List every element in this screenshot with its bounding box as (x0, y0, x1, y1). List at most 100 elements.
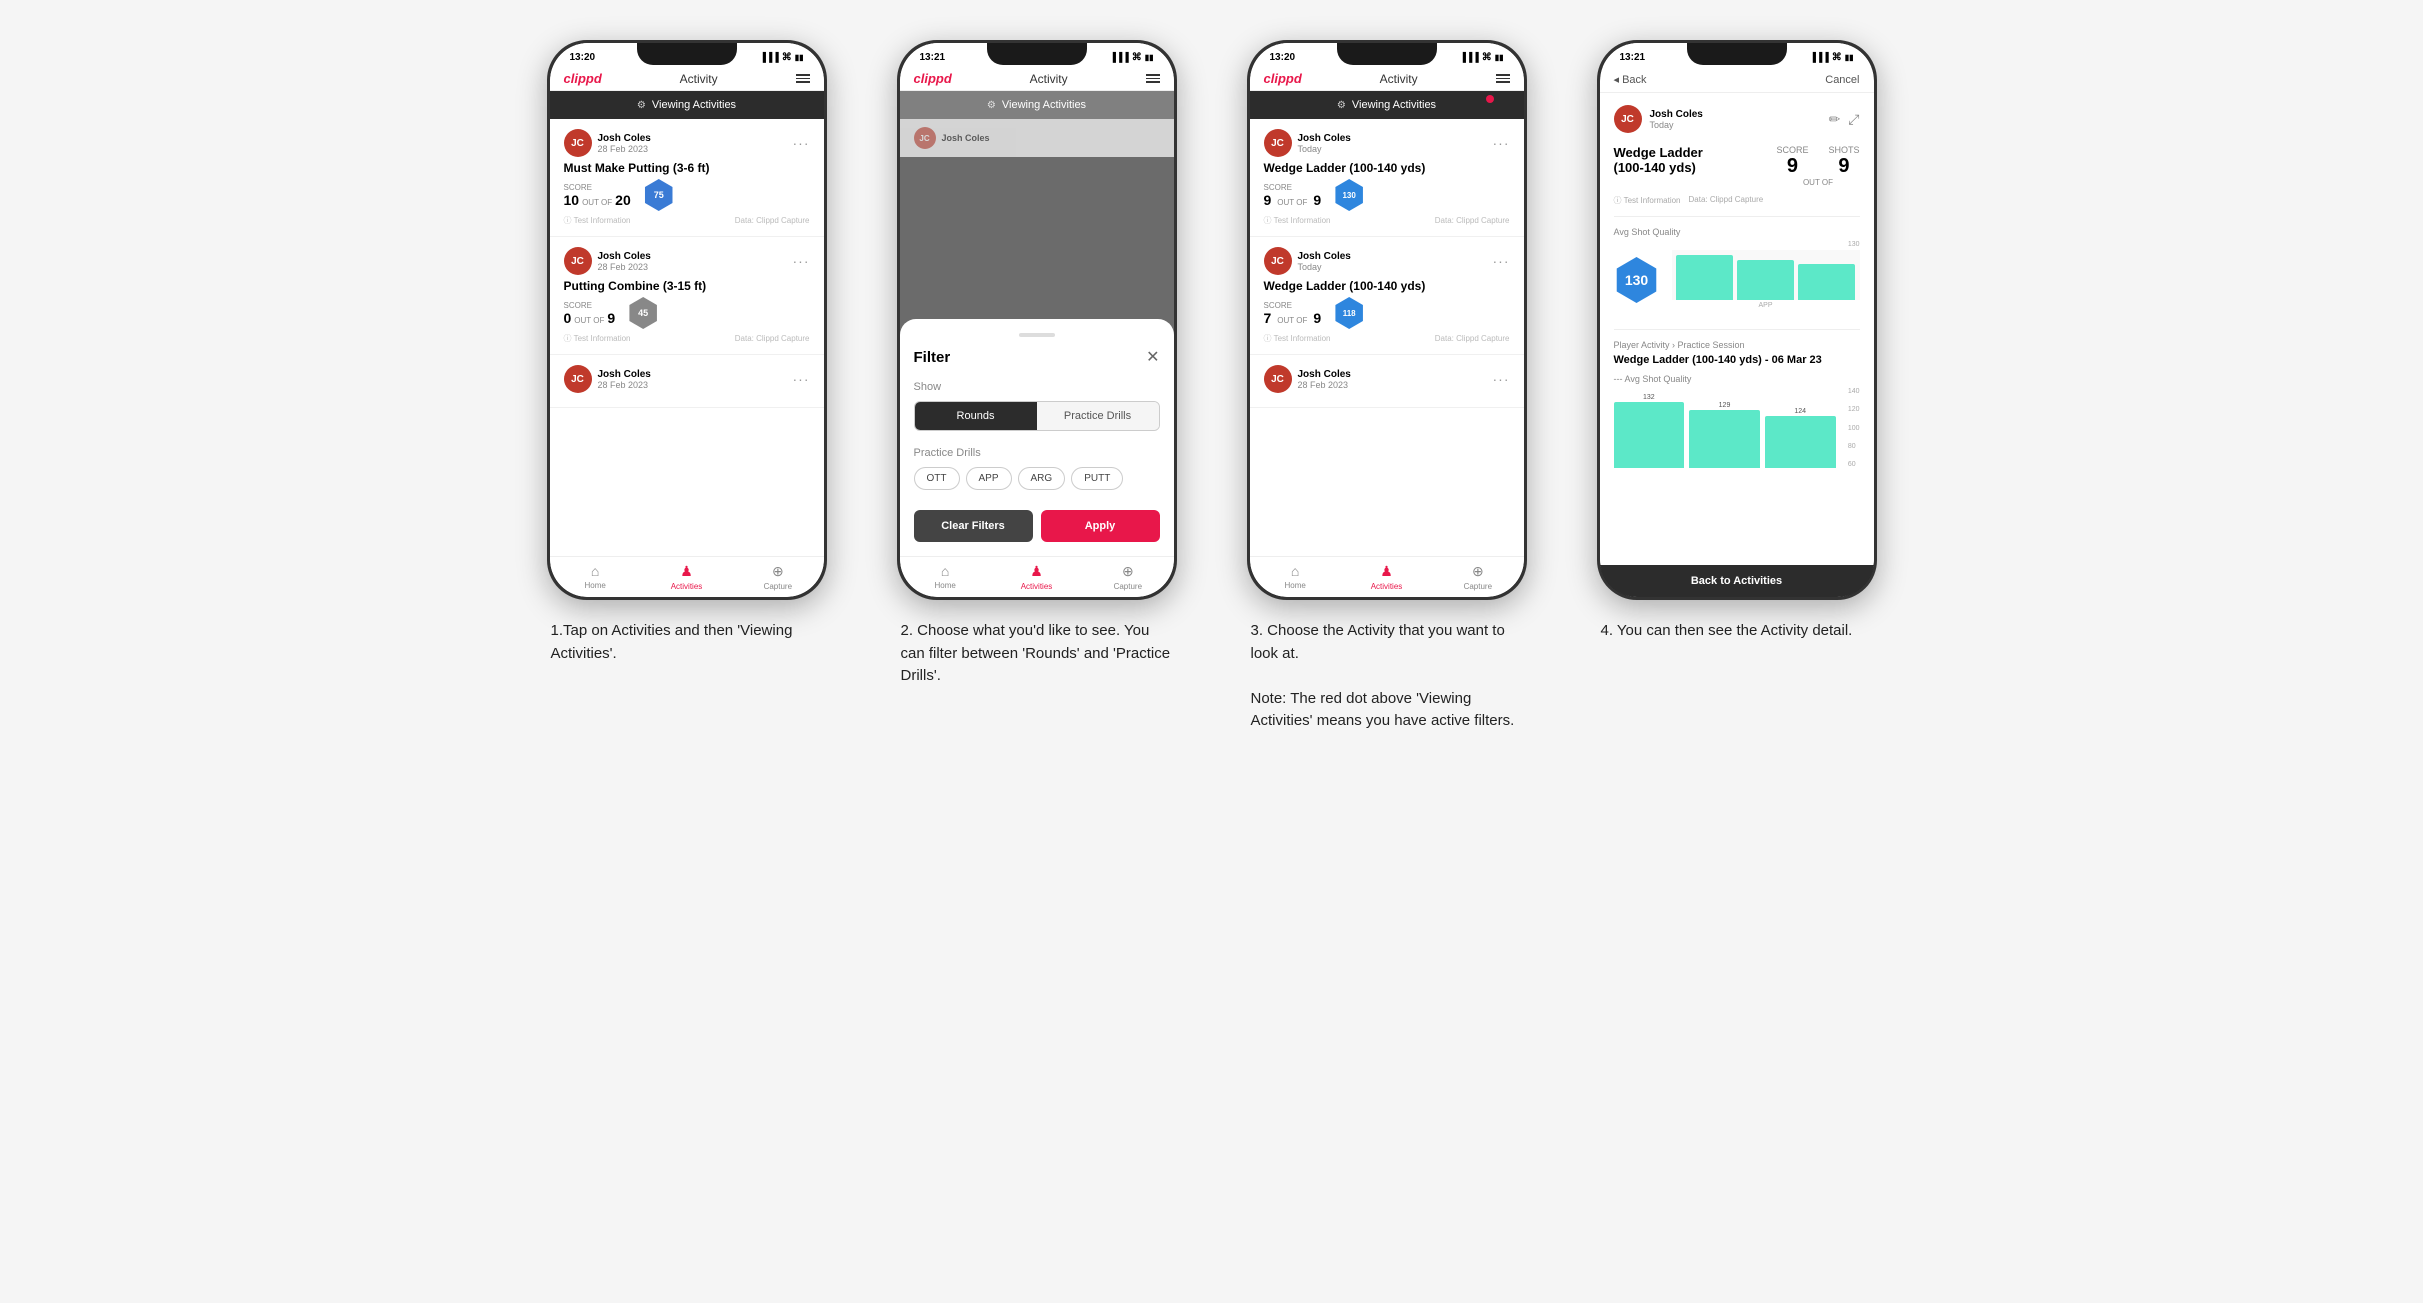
rounds-toggle[interactable]: Rounds (915, 402, 1037, 430)
red-dot-3 (1486, 95, 1494, 103)
user-name-1-1: Josh Coles (598, 133, 651, 144)
avatar-4: JC (1614, 105, 1642, 133)
viewing-banner-3[interactable]: ⚙ Viewing Activities (1250, 91, 1524, 119)
phone-1: 13:20 ▐▐▐ ⌘ ▮▮ clippd Activity (547, 40, 827, 600)
nav-activities-3[interactable]: ♟ Activities (1341, 557, 1432, 597)
bottom-nav-2: ⌂ Home ♟ Activities ⊕ Capture (900, 556, 1174, 597)
shots-label-detail-4: Shots (1828, 145, 1859, 155)
practice-drills-toggle[interactable]: Practice Drills (1037, 402, 1159, 430)
expand-icon-4[interactable]: ⤢ (1848, 111, 1859, 128)
edit-icon-4[interactable]: ✏ (1829, 111, 1841, 128)
more-dots-3-2[interactable]: ··· (1493, 253, 1510, 269)
capture-icon-2: ⊕ (1122, 563, 1134, 580)
footer-right-3-1: Data: Clippd Capture (1435, 216, 1510, 225)
filter-icon-2: ⚙ (987, 100, 996, 111)
battery-icon-1: ▮▮ (795, 53, 804, 62)
activities-label-3: Activities (1371, 582, 1403, 591)
shots-val-3-1: 9 (1313, 192, 1321, 208)
banner-text-3: Viewing Activities (1352, 99, 1436, 111)
card-title-3-2: Wedge Ladder (100-140 yds) (1264, 279, 1510, 293)
shots-val-1-2: 9 (607, 310, 615, 326)
chip-app[interactable]: APP (966, 467, 1012, 490)
filter-handle-2 (1019, 333, 1055, 337)
score-row-1-1: 10 OUT OF 20 (564, 192, 631, 208)
big-bar-col-3: 124 (1765, 408, 1836, 468)
phone-screen-4: 13:21 ▐▐▐ ⌘ ▮▮ ◂ Back Cancel (1600, 43, 1874, 597)
activity-card-1-2[interactable]: JC Josh Coles 28 Feb 2023 ··· Putting Co… (550, 237, 824, 355)
clear-filters-btn[interactable]: Clear Filters (914, 510, 1033, 542)
close-filter-btn[interactable]: ✕ (1146, 347, 1159, 367)
viewing-banner-1[interactable]: ⚙ Viewing Activities (550, 91, 824, 119)
card-title-3-1: Wedge Ladder (100-140 yds) (1264, 161, 1510, 175)
nav-home-1[interactable]: ⌂ Home (550, 557, 641, 597)
cancel-btn-4[interactable]: Cancel (1825, 74, 1859, 86)
chip-putt[interactable]: PUTT (1071, 467, 1123, 490)
menu-icon-1[interactable] (796, 74, 810, 83)
card-footer-3-2: ⓘ Test Information Data: Clippd Capture (1264, 333, 1510, 344)
user-info-3-3: JC Josh Coles 28 Feb 2023 (1264, 365, 1351, 393)
quality-hex-4: 130 (1614, 257, 1660, 303)
menu-icon-2[interactable] (1146, 74, 1160, 83)
nav-capture-1[interactable]: ⊕ Capture (732, 557, 823, 597)
bar-3-4 (1798, 264, 1855, 300)
footer-left-1-1: ⓘ Test Information (564, 215, 631, 226)
back-btn-4[interactable]: ◂ Back (1614, 73, 1647, 86)
user-details-1-3: Josh Coles 28 Feb 2023 (598, 369, 651, 390)
more-dots-1-2[interactable]: ··· (793, 253, 810, 269)
home-icon-2: ⌂ (941, 563, 949, 579)
footer-right-3-2: Data: Clippd Capture (1435, 334, 1510, 343)
activity-card-3-2[interactable]: JC Josh Coles Today ··· Wedge Ladder (10… (1250, 237, 1524, 355)
bg-card-2: JC Josh Coles (900, 119, 1174, 157)
user-info-1-3: JC Josh Coles 28 Feb 2023 (564, 365, 651, 393)
step-2-column: 13:21 ▐▐▐ ⌘ ▮▮ clippd Activity (877, 40, 1197, 688)
score-val-3-2: 7 (1264, 310, 1272, 326)
nav-home-2[interactable]: ⌂ Home (900, 557, 991, 597)
banner-text-2: Viewing Activities (1002, 99, 1086, 111)
nav-home-3[interactable]: ⌂ Home (1250, 557, 1341, 597)
filter-icon-3: ⚙ (1337, 100, 1346, 111)
activity-card-1-3[interactable]: JC Josh Coles 28 Feb 2023 ··· (550, 355, 824, 408)
chip-ott[interactable]: OTT (914, 467, 960, 490)
nav-activities-1[interactable]: ♟ Activities (641, 557, 732, 597)
activity-card-3-3[interactable]: JC Josh Coles 28 Feb 2023 ··· (1250, 355, 1524, 408)
score-label-1-2: Score (564, 301, 616, 310)
nav-title-2: Activity (960, 72, 1138, 86)
footer-left-1-2: ⓘ Test Information (564, 333, 631, 344)
menu-icon-3[interactable] (1496, 74, 1510, 83)
more-dots-1-3[interactable]: ··· (793, 371, 810, 387)
activity-card-3-1[interactable]: JC Josh Coles Today ··· Wedge Ladder (10… (1250, 119, 1524, 237)
filter-actions-2: Clear Filters Apply (914, 510, 1160, 542)
score-row-3-2: 7 OUT OF 9 (1264, 310, 1322, 326)
shots-val-1-1: 20 (615, 192, 631, 208)
detail-user-name-4: Josh Coles (1650, 109, 1703, 120)
nav-capture-2[interactable]: ⊕ Capture (1082, 557, 1173, 597)
back-to-activities-btn[interactable]: Back to Activities (1600, 565, 1874, 597)
apply-btn[interactable]: Apply (1041, 510, 1160, 542)
more-dots-1-1[interactable]: ··· (793, 135, 810, 151)
banner-text-1: Viewing Activities (652, 99, 736, 111)
nav-activities-2[interactable]: ♟ Activities (991, 557, 1082, 597)
avatar-1-3: JC (564, 365, 592, 393)
chip-arg[interactable]: ARG (1018, 467, 1066, 490)
activities-icon-1: ♟ (680, 563, 693, 580)
step-1-column: 13:20 ▐▐▐ ⌘ ▮▮ clippd Activity (527, 40, 847, 665)
card-title-1-1: Must Make Putting (3-6 ft) (564, 161, 810, 175)
card-stats-3-2: Score 7 OUT OF 9 118 (1264, 297, 1510, 329)
more-dots-3-3[interactable]: ··· (1493, 371, 1510, 387)
bottom-nav-3: ⌂ Home ♟ Activities ⊕ Capture (1250, 556, 1524, 597)
big-bar-col-2: 129 (1689, 402, 1760, 468)
nav-capture-3[interactable]: ⊕ Capture (1432, 557, 1523, 597)
step-4-column: 13:21 ▐▐▐ ⌘ ▮▮ ◂ Back Cancel (1577, 40, 1897, 643)
score-stat-1-2: Score 0 OUT OF 9 (564, 301, 616, 326)
phone-notch-3 (1337, 43, 1437, 65)
filter-overlay-2: Filter ✕ Show Rounds Practice Drills Pra… (900, 157, 1174, 556)
user-date-3-2: Today (1298, 262, 1351, 272)
avatar-1-1: JC (564, 129, 592, 157)
phone-2: 13:21 ▐▐▐ ⌘ ▮▮ clippd Activity (897, 40, 1177, 600)
user-date-1-2: 28 Feb 2023 (598, 262, 651, 272)
more-dots-3-1[interactable]: ··· (1493, 135, 1510, 151)
viewing-banner-2[interactable]: ⚙ Viewing Activities (900, 91, 1174, 119)
score-stat-3-1: Score 9 OUT OF 9 (1264, 183, 1322, 208)
wifi-icon-4: ⌘ (1832, 52, 1842, 63)
activity-card-1-1[interactable]: JC Josh Coles 28 Feb 2023 ··· Must Make … (550, 119, 824, 237)
